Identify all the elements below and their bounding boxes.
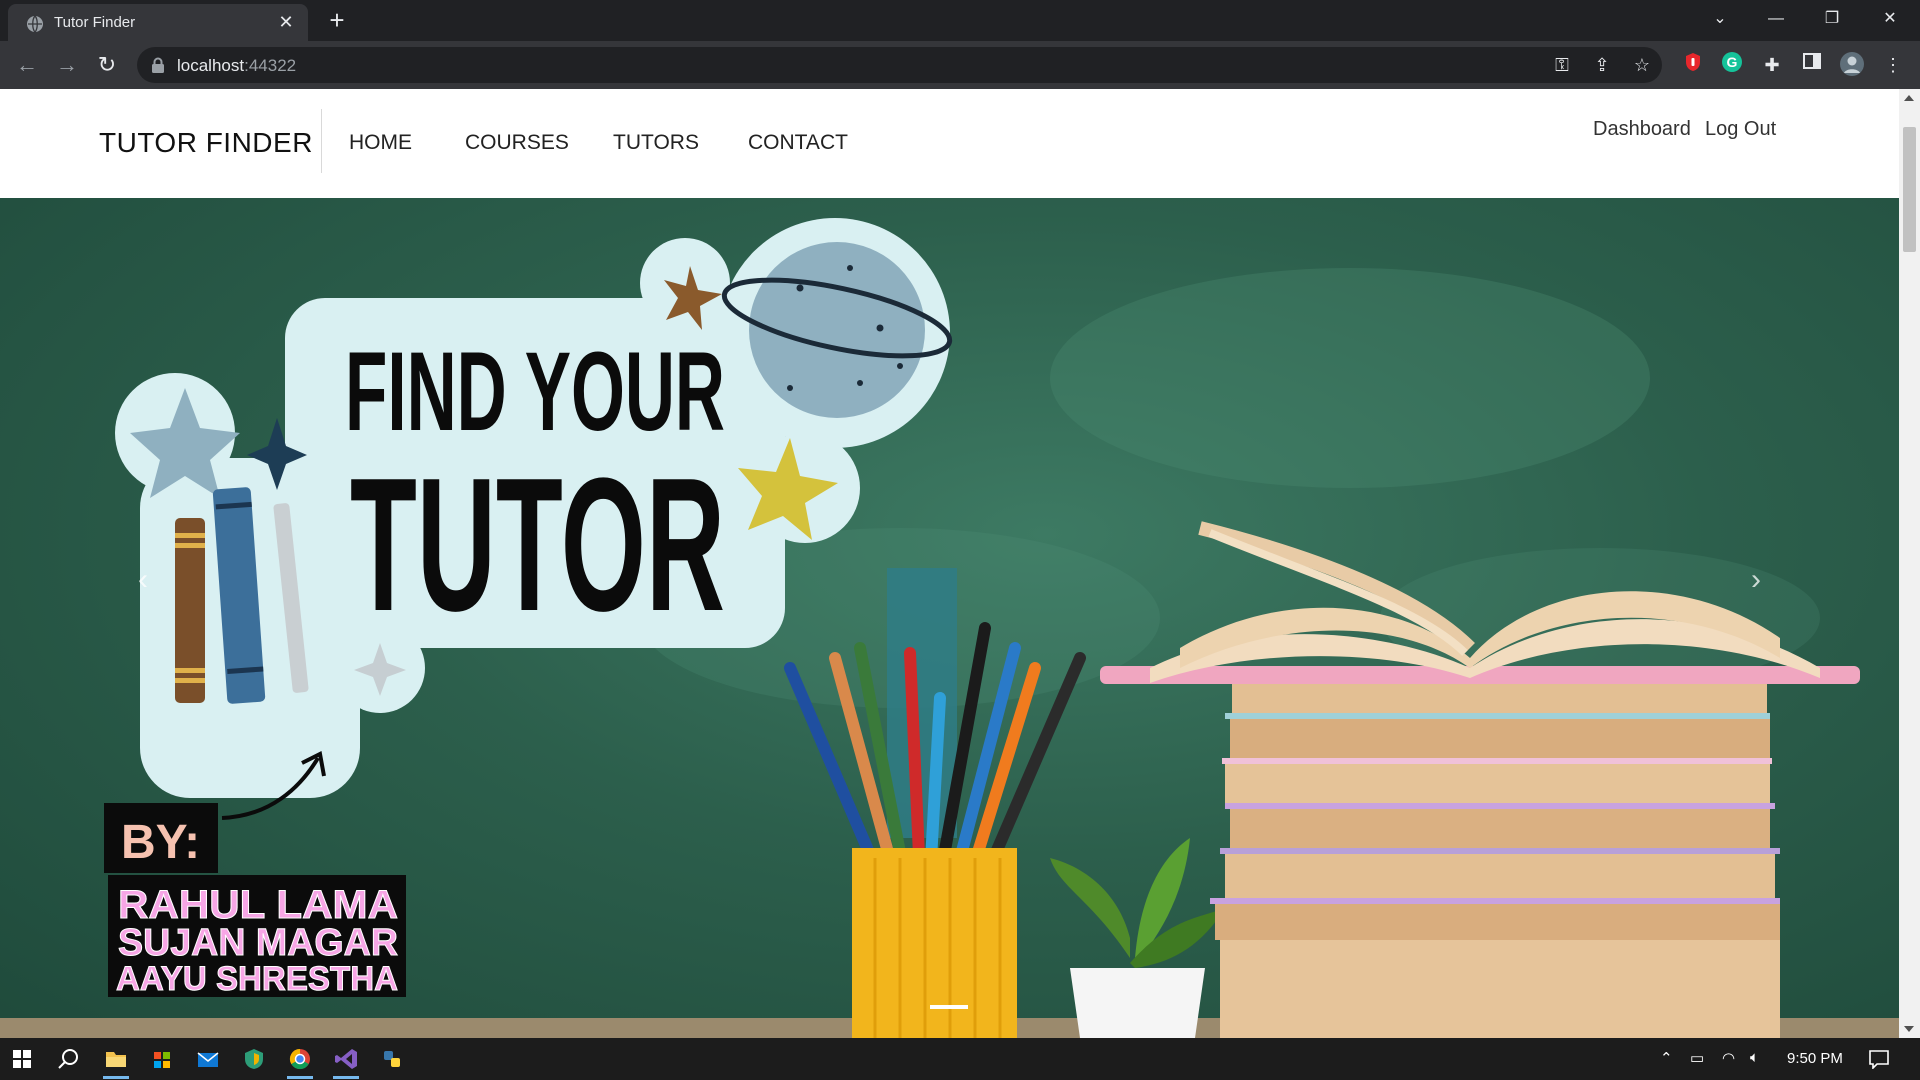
extension-red-icon[interactable] [1679,51,1707,79]
author-2: SUJAN MAGAR [118,922,398,964]
windows-taskbar: ⌃ ▭ ◠ 🔈︎ 9:50 PM [0,1038,1920,1080]
file-explorer-icon[interactable] [100,1044,132,1079]
tab-title: Tutor Finder [54,14,136,31]
by-label: BY: [121,816,200,869]
scroll-down-icon[interactable] [1904,1026,1914,1032]
battery-icon[interactable]: ▭ [1690,1049,1704,1067]
browser-tab[interactable]: Tutor Finder ✕ [8,4,308,41]
nav-contact[interactable]: CONTACT [748,131,848,155]
author-1: RAHUL LAMA [118,883,398,927]
app-shield-icon[interactable] [238,1044,270,1074]
carousel-prev-button[interactable]: ‹ [128,560,158,600]
dashboard-link[interactable]: Dashboard [1593,118,1691,141]
reload-button[interactable]: ↻ [92,50,122,80]
headline-find-your: FIND YOUR [345,329,725,454]
headline-tutor: TUTOR [350,439,725,651]
grammarly-icon[interactable]: G [1718,51,1746,79]
bookmark-star-icon[interactable]: ☆ [1628,51,1656,79]
browser-tab-strip: Tutor Finder ✕ + ⌄ — ❐ ✕ [0,0,1920,41]
side-panel-icon[interactable] [1798,51,1826,79]
logout-link[interactable]: Log Out [1705,118,1776,141]
microsoft-store-icon[interactable] [146,1044,178,1074]
carousel-next-button[interactable]: › [1741,560,1771,600]
site-brand[interactable]: TUTOR FINDER [99,127,313,159]
nav-courses[interactable]: COURSES [465,131,569,155]
sticker-group: FIND YOUR TUTOR [115,218,953,798]
author-3: AAYU SHRESTHA [116,960,398,998]
search-icon[interactable] [52,1044,84,1074]
browser-menu-icon[interactable]: ⋮ [1879,51,1907,79]
nav-tutors[interactable]: TUTORS [613,131,699,155]
windows-start-icon[interactable] [6,1044,38,1074]
key-icon[interactable]: ⚿ [1548,51,1576,79]
chrome-icon[interactable] [284,1044,316,1079]
nav-home[interactable]: HOME [349,131,412,155]
tray-chevron-icon[interactable]: ⌃ [1660,1049,1673,1067]
wifi-icon[interactable]: ◠ [1722,1049,1735,1067]
minimize-button[interactable]: — [1748,0,1804,41]
back-button[interactable]: ← [12,50,42,80]
carousel-indicator[interactable] [930,1005,968,1009]
hero-banner-image: FIND YOUR TUTOR BY: RAHUL LAMA SUJAN MAG… [0,218,1899,1038]
url-text: localhost:44322 [177,56,297,75]
scroll-up-icon[interactable] [1904,95,1914,101]
svg-text:G: G [1727,54,1738,70]
notification-icon[interactable] [1868,1049,1890,1073]
share-icon[interactable]: ⇪ [1588,51,1616,79]
globe-icon [27,15,43,33]
tab-search-icon[interactable]: ⌄ [1692,0,1748,41]
restore-button[interactable]: ❐ [1804,0,1860,41]
scrollbar-thumb[interactable] [1903,127,1916,252]
extensions-puzzle-icon[interactable]: ✚ [1758,51,1786,79]
address-bar[interactable]: localhost:44322 [137,47,1662,83]
visual-studio-icon[interactable] [330,1044,362,1079]
python-app-icon[interactable] [376,1044,408,1074]
tab-close-icon[interactable]: ✕ [274,10,298,34]
forward-button[interactable]: → [52,50,82,80]
new-tab-button[interactable]: + [322,6,352,36]
profile-avatar[interactable] [1838,51,1866,79]
hero-carousel: FIND YOUR TUTOR BY: RAHUL LAMA SUJAN MAG… [0,198,1899,1038]
lock-icon [152,57,164,73]
volume-icon[interactable]: 🔈︎ [1750,1049,1759,1066]
site-navbar: TUTOR FINDER HOME COURSES TUTORS CONTACT… [0,89,1899,198]
taskbar-clock[interactable]: 9:50 PM [1787,1050,1843,1067]
page-viewport: TUTOR FINDER HOME COURSES TUTORS CONTACT… [0,89,1920,1038]
window-close-button[interactable]: ✕ [1862,0,1918,41]
page-scrollbar[interactable] [1899,89,1920,1038]
mail-icon[interactable] [192,1044,224,1074]
browser-toolbar: ← → ↻ localhost:44322 ⚿ ⇪ ☆ G ✚ ⋮ [0,41,1920,89]
nav-divider [321,109,322,173]
